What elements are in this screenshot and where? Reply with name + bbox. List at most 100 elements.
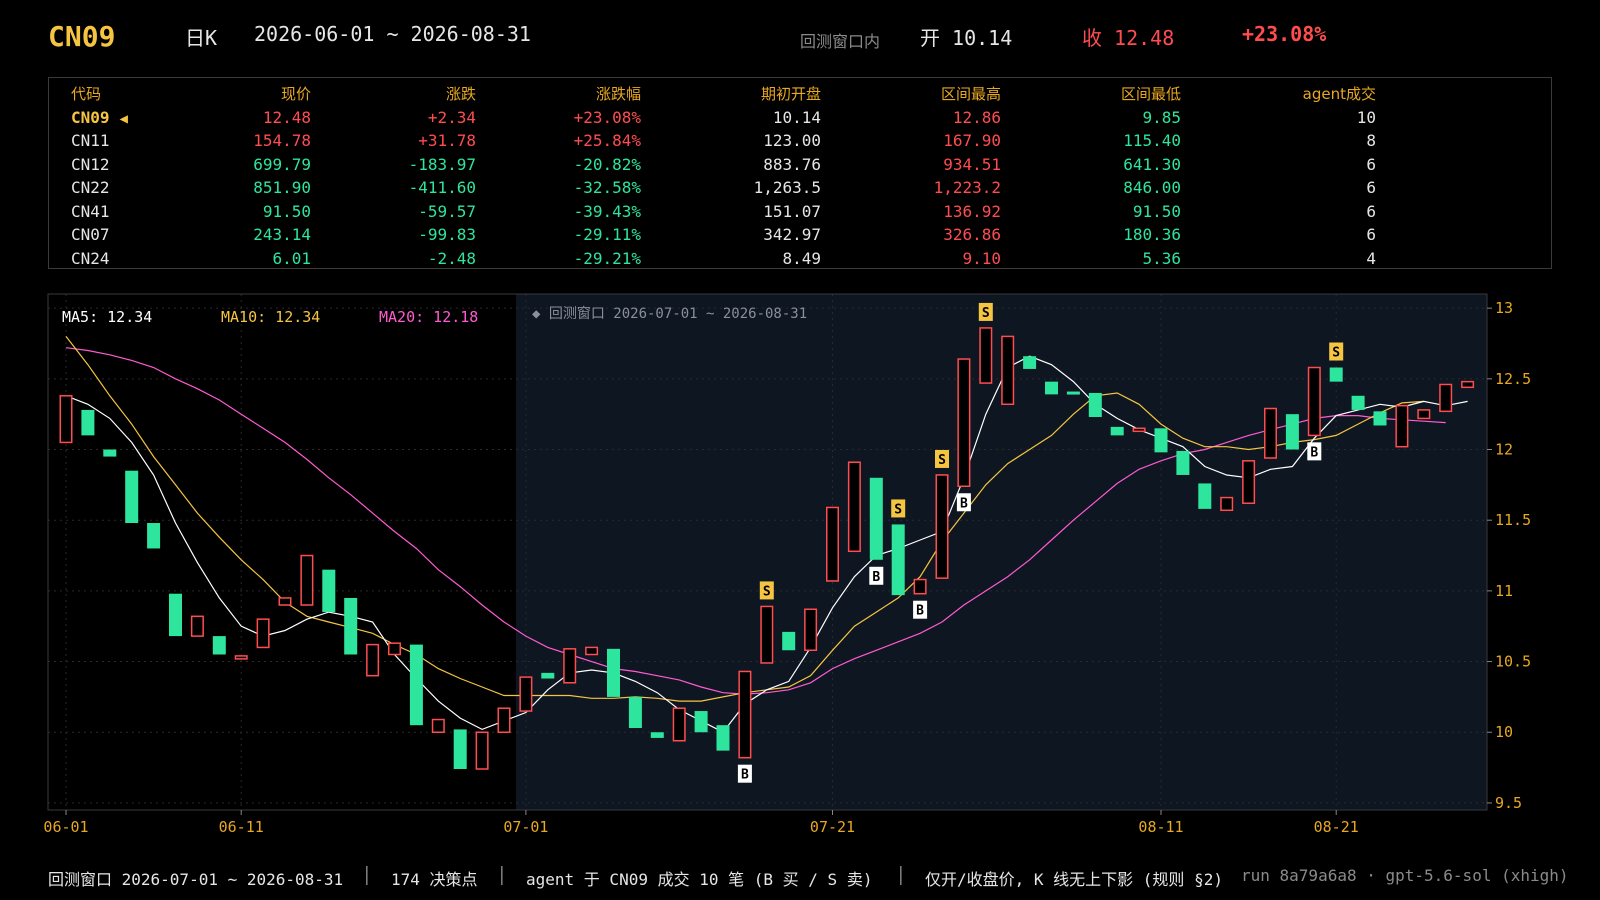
candle-up	[957, 358, 971, 488]
candle-up	[519, 676, 533, 712]
candle-down	[212, 636, 226, 655]
trade-marker-label: S	[938, 453, 946, 468]
candle-down	[125, 470, 139, 524]
y-tick-label: 12.5	[1495, 370, 1531, 388]
candle-down	[344, 597, 358, 655]
candle-down	[1045, 381, 1058, 395]
candle-down	[1198, 483, 1212, 509]
candle-down	[782, 631, 796, 651]
footer-sep: │	[896, 866, 906, 885]
candle-down	[1066, 391, 1080, 395]
ma10-label: MA10: 12.34	[221, 308, 321, 326]
candle-up	[300, 554, 314, 606]
candle-up	[585, 646, 599, 656]
candle-down	[1176, 450, 1190, 475]
y-tick-label: 10.5	[1495, 653, 1531, 671]
candle-down	[1110, 426, 1124, 436]
trade-marker-label: S	[982, 306, 990, 321]
candlestick-chart: 9.5 10 10.5 11 11.5 12 12.5 13 06-01 06-11 07-01 07…	[43, 293, 1531, 836]
trade-marker-label: B	[1310, 445, 1318, 460]
candle-up	[1395, 404, 1409, 448]
candle-up	[1307, 366, 1321, 437]
footer-sep: │	[497, 866, 507, 885]
candle-down	[1023, 356, 1037, 369]
footer-rule: 仅开/收盘价, K 线无上下影 (规则 §2)	[925, 870, 1223, 889]
candle-up	[1417, 409, 1431, 420]
y-tick-label: 13	[1495, 299, 1513, 317]
candle-up	[1461, 380, 1475, 389]
candle-down	[716, 725, 730, 751]
footer-trades: agent 于 CN09 成交 10 笔 (B 买 / S 卖)	[526, 870, 873, 889]
candle-down	[1285, 414, 1299, 450]
candle-up	[1264, 407, 1277, 459]
candle-up	[935, 474, 949, 579]
footer-window: 回测窗口 2026-07-01 ~ 2026-08-31	[48, 870, 344, 889]
candle-up	[1439, 383, 1453, 413]
candle-down	[1351, 395, 1365, 410]
x-tick-label: 08-11	[1138, 818, 1183, 836]
candle-up	[1001, 335, 1015, 406]
candle-up	[738, 670, 752, 759]
candle-up	[1132, 427, 1146, 433]
candle-up	[497, 707, 511, 733]
candle-down	[1373, 411, 1387, 426]
footer-decisions: 174 决策点	[391, 870, 478, 889]
candle-up	[760, 605, 774, 664]
candle-up	[388, 642, 401, 656]
candle-up	[847, 461, 861, 553]
trade-marker-label: B	[960, 496, 968, 511]
candle-up	[431, 718, 445, 733]
candle-down	[169, 593, 182, 637]
candle-up	[59, 395, 73, 444]
candle-up	[190, 615, 204, 637]
candle-up	[826, 506, 839, 582]
candle-down	[1088, 392, 1102, 417]
candle-up	[475, 731, 489, 770]
candle-down	[694, 711, 708, 733]
x-tick-label: 06-01	[43, 818, 88, 836]
trade-marker-label: S	[763, 584, 771, 599]
trade-marker-label: S	[1332, 346, 1340, 361]
y-tick-label: 11.5	[1495, 511, 1531, 529]
trade-marker-label: B	[872, 570, 880, 585]
trade-marker-label: S	[894, 502, 902, 517]
y-tick-label: 11	[1495, 582, 1513, 600]
candle-up	[979, 327, 993, 384]
candle-up	[672, 707, 686, 742]
footer-run-id: run 8a79a6a8 · gpt-5.6-sol (xhigh)	[1241, 866, 1569, 885]
x-tick-label: 07-01	[503, 818, 548, 836]
candle-down	[607, 648, 620, 697]
trade-marker-label: B	[741, 768, 749, 783]
candle-down	[322, 569, 336, 613]
y-tick-label: 9.5	[1495, 794, 1522, 812]
x-tick-label: 06-11	[219, 818, 264, 836]
candle-up	[278, 597, 292, 606]
candle-up	[366, 643, 380, 677]
candle-down	[81, 409, 95, 436]
candle-up	[1242, 460, 1256, 504]
candle-up	[256, 618, 270, 649]
x-tick-label: 07-21	[810, 818, 855, 836]
candle-down	[541, 672, 555, 679]
trade-marker-label: B	[916, 604, 924, 619]
candle-down	[1154, 428, 1168, 453]
footer-sep: │	[362, 866, 372, 885]
candle-up	[1220, 496, 1234, 512]
candle-down	[650, 732, 664, 738]
x-tick-label: 08-21	[1314, 818, 1359, 836]
y-tick-label: 12	[1495, 441, 1513, 459]
y-tick-label: 10	[1495, 723, 1513, 741]
candle-down	[891, 524, 905, 596]
candle-up	[234, 655, 248, 660]
candle-up	[804, 608, 818, 652]
candle-up	[913, 578, 927, 595]
candle-down	[628, 696, 642, 729]
ma5-label: MA5: 12.34	[62, 308, 153, 326]
candle-down	[869, 477, 883, 560]
candle-down	[453, 729, 467, 770]
backtest-window-label: ◆ 回测窗口 2026-07-01 ~ 2026-08-31	[532, 306, 808, 322]
ma20-label: MA20: 12.18	[379, 308, 479, 326]
candle-down	[147, 523, 161, 549]
candle-down	[1329, 367, 1343, 382]
candle-down	[103, 449, 117, 457]
